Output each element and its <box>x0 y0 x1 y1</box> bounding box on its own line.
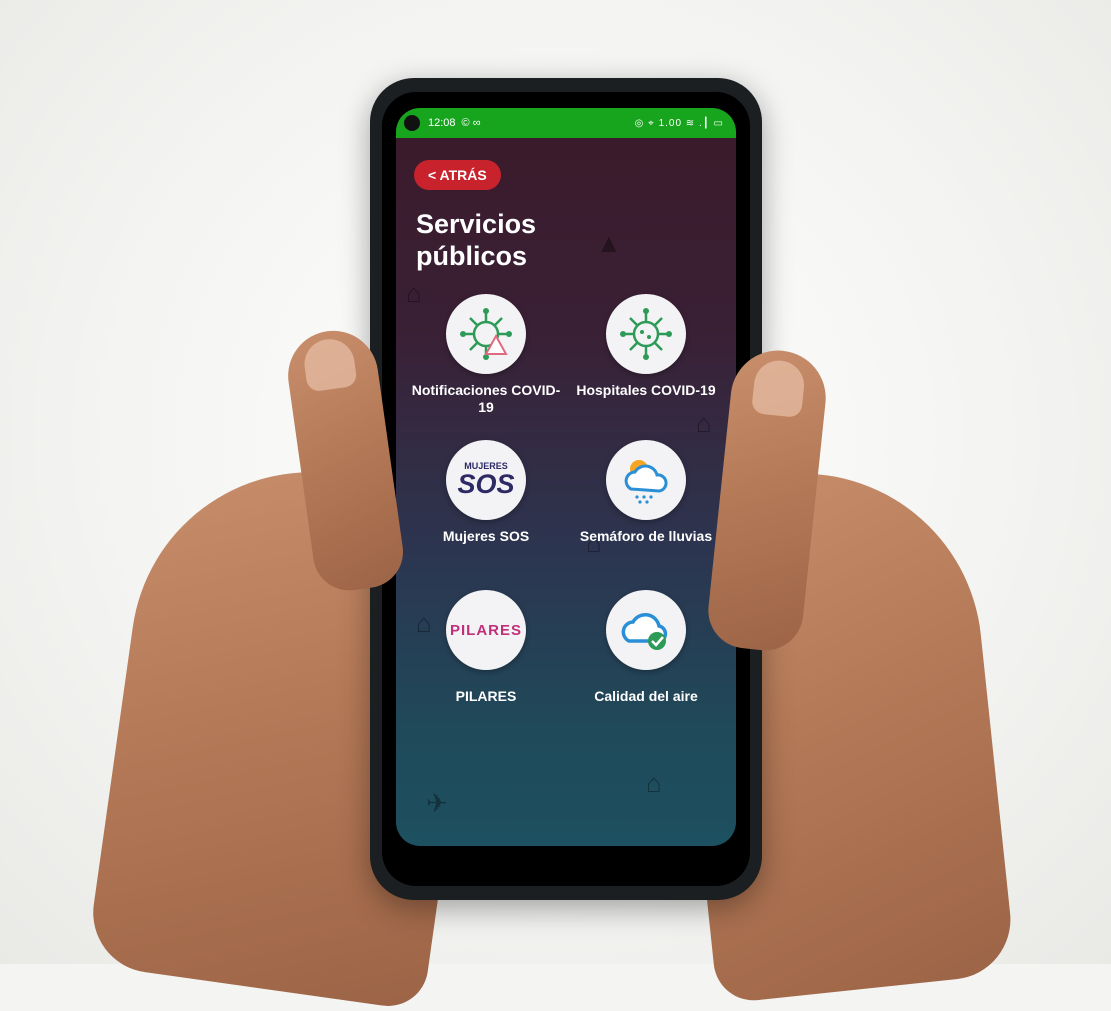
left-thumb-nail <box>301 335 358 393</box>
service-label: Mujeres SOS <box>442 528 530 544</box>
cloud-check-icon <box>606 590 686 670</box>
status-bar: 12:08 © ∞ ◎ ⌖ 1.00 ≋ .┃ ▭ <box>396 108 736 138</box>
service-label: Semáforo de lluvias <box>579 528 713 544</box>
mujeres-sos-logo: MUJERES SOS <box>446 440 526 520</box>
pilares-logo: PILARES <box>446 590 526 670</box>
background-decoration-icon: ⌂ <box>646 768 662 798</box>
service-hospitales-covid[interactable]: Hospitales COVID-19 <box>571 294 721 399</box>
service-label: Hospitales COVID-19 <box>576 382 716 398</box>
pilares-logo-text: PILARES <box>449 621 522 639</box>
status-left-icons: © ∞ <box>461 117 481 129</box>
service-label: PILARES <box>455 688 517 704</box>
service-label: Notificaciones COVID-19 <box>411 382 561 415</box>
virus-icon <box>606 294 686 374</box>
service-calidad-aire[interactable]: Calidad del aire <box>571 590 721 705</box>
service-pilares[interactable]: PILARES PILARES <box>411 590 561 705</box>
service-notificaciones-covid[interactable]: Notificaciones COVID-19 <box>411 294 561 416</box>
right-thumb-nail <box>751 358 807 419</box>
background-decoration-icon: ⌂ <box>696 408 712 438</box>
rain-cloud-icon <box>606 440 686 520</box>
background-decoration-icon: ✈ <box>426 788 448 818</box>
service-mujeres-sos[interactable]: MUJERES SOS Mujeres SOS <box>411 440 561 545</box>
page-title: Servicios públicos <box>416 209 537 271</box>
front-camera <box>404 115 420 131</box>
service-label: Calidad del aire <box>594 688 698 704</box>
phone: 12:08 © ∞ ◎ ⌖ 1.00 ≋ .┃ ▭ ▲ ⌂ ⌂ ⌂ ⌂ ✈ ⌂ … <box>370 78 762 900</box>
service-semaforo-lluvias[interactable]: Semáforo de lluvias <box>571 440 721 545</box>
virus-warning-icon <box>446 294 526 374</box>
phone-bezel: 12:08 © ∞ ◎ ⌖ 1.00 ≋ .┃ ▭ ▲ ⌂ ⌂ ⌂ ⌂ ✈ ⌂ … <box>382 92 750 886</box>
status-right-icons: ◎ ⌖ 1.00 ≋ .┃ ▭ <box>634 117 724 129</box>
app-screen: 12:08 © ∞ ◎ ⌖ 1.00 ≋ .┃ ▭ ▲ ⌂ ⌂ ⌂ ⌂ ✈ ⌂ … <box>396 108 736 846</box>
back-button[interactable]: < ATRÁS <box>414 160 501 190</box>
status-time: 12:08 <box>428 117 456 129</box>
